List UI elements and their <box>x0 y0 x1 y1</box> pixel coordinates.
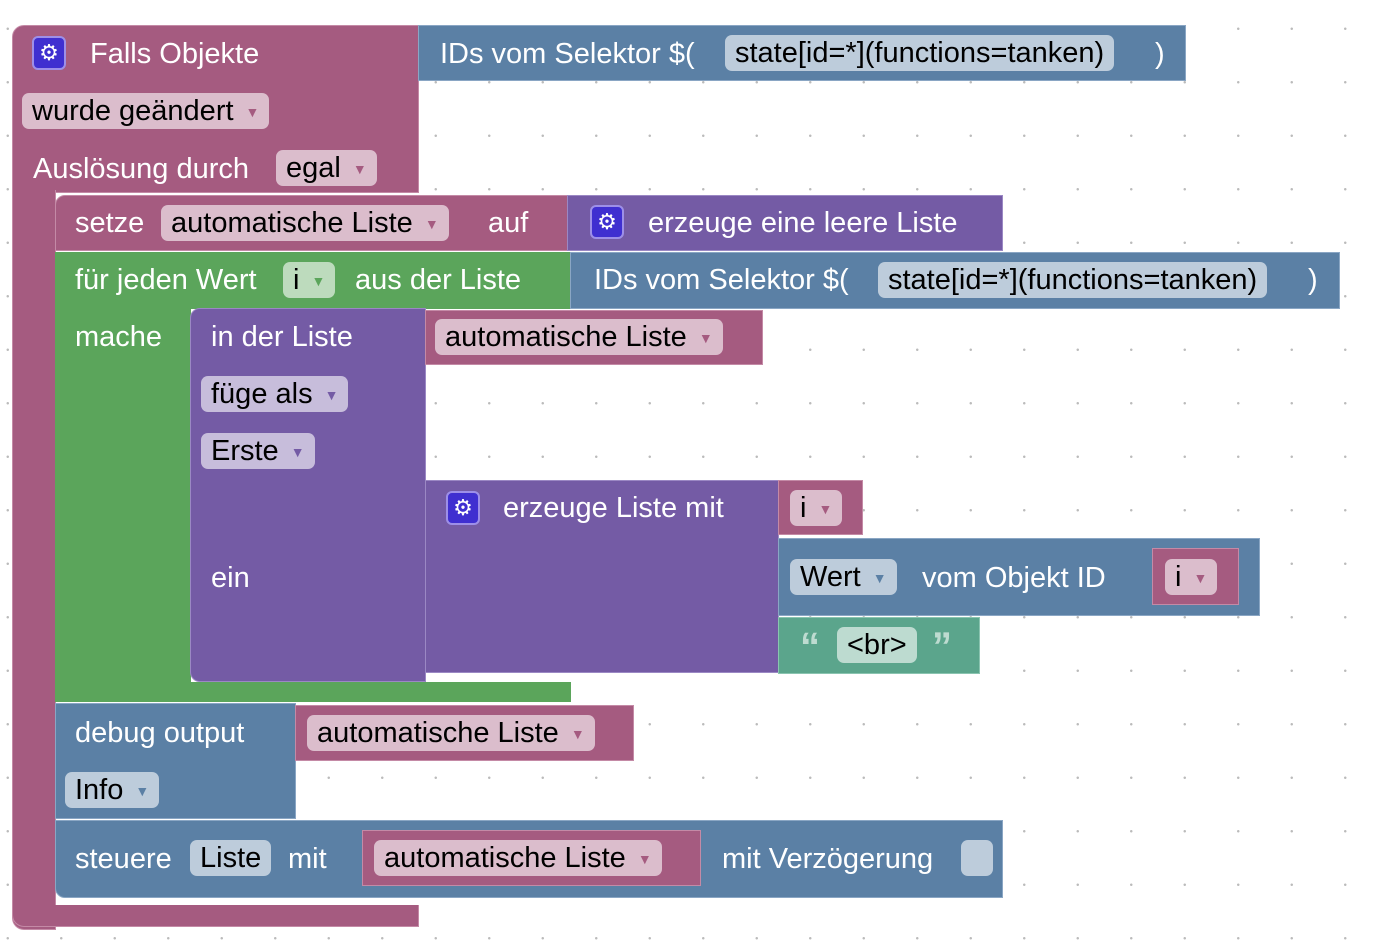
item-variable-dropdown[interactable]: i ▼ <box>790 490 843 526</box>
in-list-label: in der Liste <box>211 321 353 353</box>
selector-label: IDs vom Selektor $( <box>594 264 849 296</box>
gear-icon[interactable]: ⚙ <box>590 205 624 239</box>
selector-close: ) <box>1308 264 1318 296</box>
foreach-label: für jeden Wert <box>75 264 257 296</box>
selector-label: IDs vom Selektor $( <box>440 38 695 70</box>
create-empty-label: erzeuge eine leere Liste <box>648 207 958 239</box>
control-label: steuere <box>75 843 172 875</box>
delay-checkbox[interactable] <box>961 840 993 876</box>
foreach-spine <box>55 305 191 685</box>
value-property-dropdown[interactable]: Wert ▼ <box>790 559 897 595</box>
gear-icon[interactable]: ⚙ <box>32 36 66 70</box>
foreach-var-dropdown[interactable]: i ▼ <box>283 262 336 298</box>
debug-variable-dropdown[interactable]: automatische Liste ▼ <box>307 715 595 751</box>
foreach-bottom <box>55 682 571 702</box>
gear-icon[interactable]: ⚙ <box>446 491 480 525</box>
control-with-label: mit <box>288 843 327 875</box>
trigger-block-bottom <box>12 905 419 927</box>
foreach-do-label: mache <box>75 321 163 353</box>
trigger-block-spine <box>12 190 56 930</box>
list-variable-dropdown[interactable]: automatische Liste ▼ <box>435 319 723 355</box>
debug-level-dropdown[interactable]: Info ▼ <box>65 772 160 808</box>
quote-open-icon: “ <box>800 625 820 669</box>
selector-input[interactable]: state[id=*](functions=tanken) <box>725 35 1115 71</box>
cause-label: Auslösung durch <box>33 153 250 185</box>
insert-position-dropdown[interactable]: Erste ▼ <box>201 433 315 469</box>
cause-dropdown[interactable]: egal ▼ <box>276 150 377 186</box>
event-dropdown[interactable]: wurde geändert ▼ <box>22 93 270 129</box>
text-input[interactable]: <br> <box>837 627 917 663</box>
insert-mode-dropdown[interactable]: füge als ▼ <box>201 376 349 412</box>
control-target[interactable]: Liste <box>190 840 272 876</box>
control-variable-dropdown[interactable]: automatische Liste ▼ <box>374 840 662 876</box>
set-to-label: auf <box>488 207 529 239</box>
selector-close: ) <box>1155 38 1165 70</box>
foreach-from-label: aus der Liste <box>355 264 522 296</box>
set-label: setze <box>75 207 145 239</box>
list-insert-block[interactable] <box>190 308 426 682</box>
debug-label: debug output <box>75 717 245 749</box>
set-variable-dropdown[interactable]: automatische Liste ▼ <box>161 205 449 241</box>
in-label: ein <box>211 562 250 594</box>
create-list-with-label: erzeuge Liste mit <box>503 492 724 524</box>
value-of-label: vom Objekt ID <box>922 562 1106 594</box>
trigger-title: Falls Objekte <box>90 38 260 70</box>
quote-close-icon: ” <box>932 625 952 669</box>
id-variable-dropdown[interactable]: i ▼ <box>1165 559 1218 595</box>
delay-label: mit Verzögerung <box>722 843 934 875</box>
selector-input[interactable]: state[id=*](functions=tanken) <box>878 262 1268 298</box>
